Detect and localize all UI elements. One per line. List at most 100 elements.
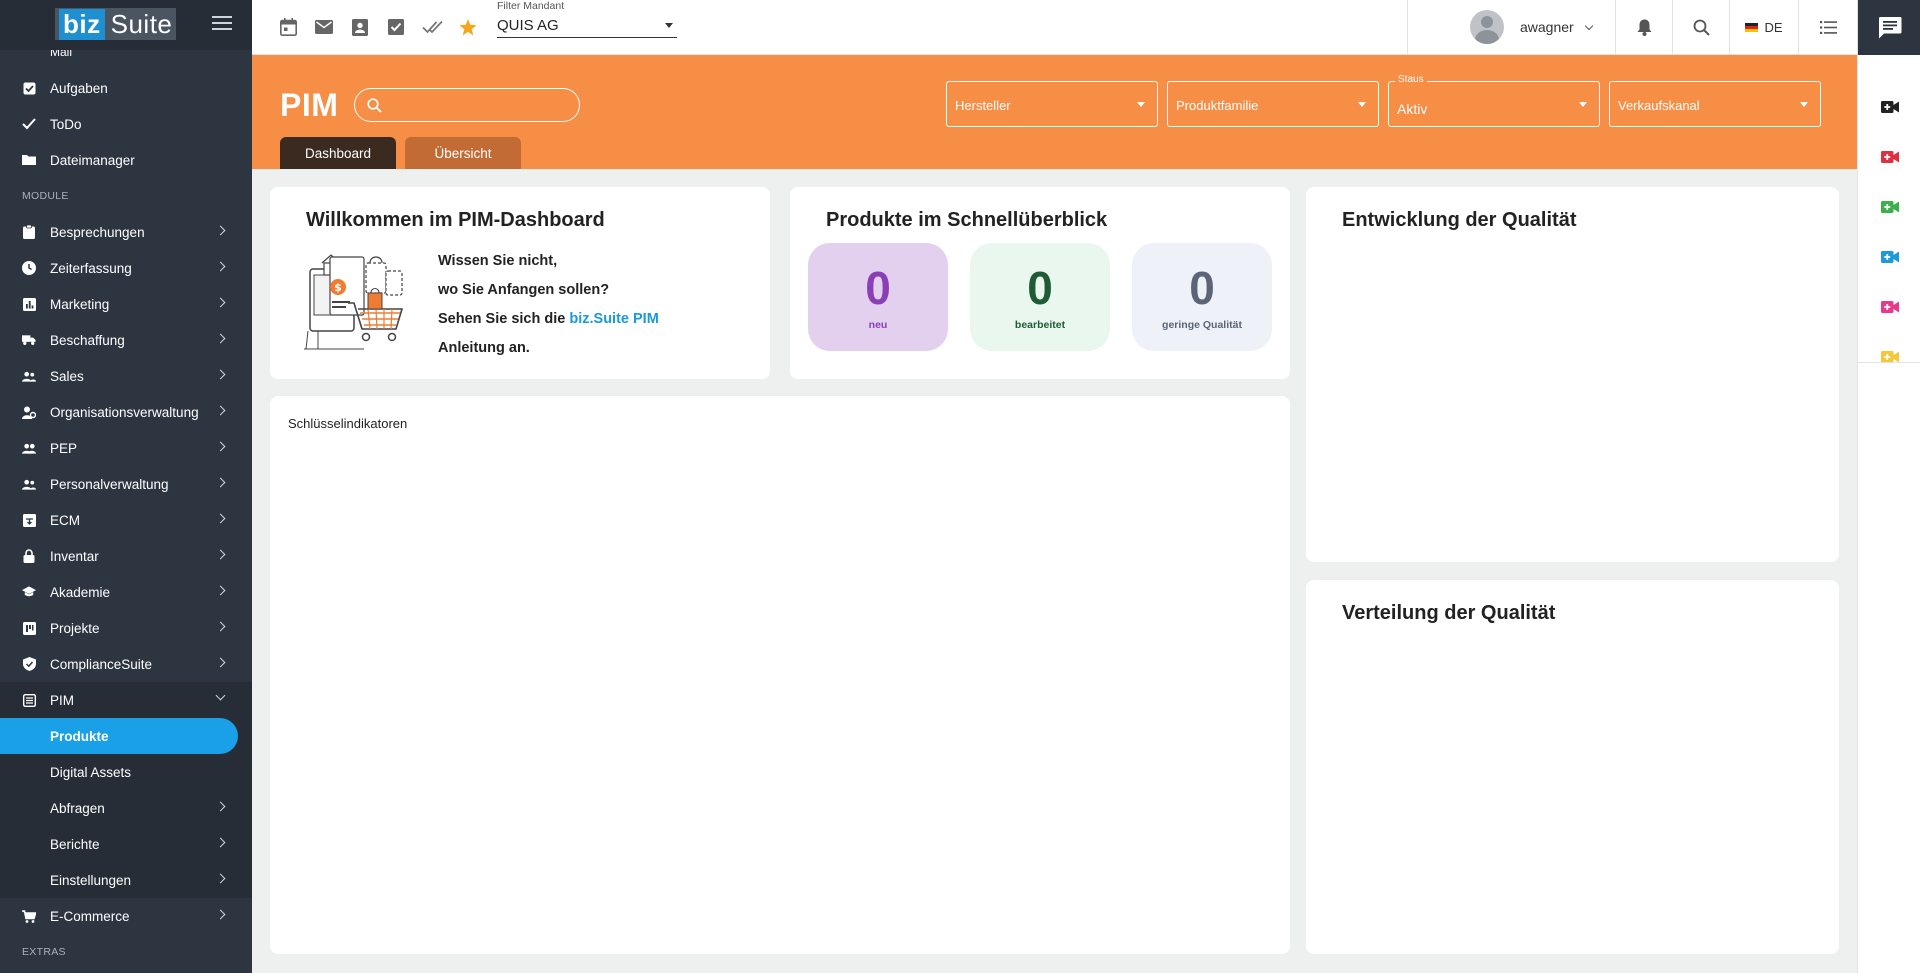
mandant-value: QUIS AG — [497, 17, 559, 34]
sidebar-item-label: Projekte — [50, 620, 100, 636]
video-call-button[interactable] — [1858, 82, 1920, 132]
stat-new[interactable]: 0 neu — [808, 243, 948, 351]
mandant-filter[interactable]: Filter Mandant QUIS AG — [497, 0, 677, 38]
sidebar-item-inventar[interactable]: Inventar — [0, 538, 252, 574]
quick-access-icons — [270, 15, 486, 39]
video-call-icon — [1880, 251, 1899, 263]
mail-icon[interactable] — [306, 15, 342, 39]
video-call-icon — [1880, 101, 1899, 113]
star-icon[interactable] — [450, 15, 486, 39]
language-select[interactable]: DE — [1730, 0, 1798, 55]
pim-guide-link[interactable]: biz.Suite PIM — [569, 311, 658, 327]
sidebar-item-organisationsverwaltung[interactable]: Organisationsverwaltung — [0, 394, 252, 430]
caret-down-icon — [665, 23, 673, 28]
list-box-icon — [22, 693, 36, 707]
sidebar-item-personalverwaltung[interactable]: Personalverwaltung — [0, 466, 252, 502]
tab-uebersicht[interactable]: Übersicht — [405, 137, 521, 169]
video-call-button[interactable] — [1858, 332, 1920, 382]
filter-status[interactable]: Staus Aktiv — [1388, 74, 1600, 127]
sidebar-item-mail-cut[interactable]: Mail — [0, 50, 252, 70]
sidebar-item-akademie[interactable]: Akademie — [0, 574, 252, 610]
video-call-button[interactable] — [1858, 232, 1920, 282]
sidebar-item-berichte[interactable]: Berichte — [0, 826, 252, 862]
filter-produktfamilie[interactable]: Produktfamilie — [1167, 81, 1379, 127]
sidebar-item-beschaffung[interactable]: Beschaffung — [0, 322, 252, 358]
sidebar-item-pep[interactable]: PEP — [0, 430, 252, 466]
sidebar-item-abfragen[interactable]: Abfragen — [0, 790, 252, 826]
tab-dashboard[interactable]: Dashboard — [280, 137, 396, 169]
sidebar-item-todo[interactable]: ToDo — [0, 106, 252, 142]
bizsuite-logo[interactable]: biz Suite — [55, 8, 177, 40]
list-view-button[interactable] — [1799, 0, 1857, 55]
video-call-button[interactable] — [1858, 282, 1920, 332]
filter-placeholder: Verkaufskanal — [1618, 98, 1700, 113]
contact-icon[interactable] — [342, 15, 378, 39]
mandant-select[interactable]: QUIS AG — [497, 14, 677, 38]
chevron-right-icon — [215, 801, 226, 812]
pim-search[interactable] — [354, 88, 580, 122]
stat-low-quality[interactable]: 0 geringe Qualität — [1132, 243, 1272, 351]
stat-label: geringe Qualität — [1162, 319, 1242, 331]
sidebar-item-besprechungen[interactable]: Besprechungen — [0, 214, 252, 250]
sidebar-item-einstellungen[interactable]: Einstellungen — [0, 862, 252, 898]
task-icon[interactable] — [378, 15, 414, 39]
welcome-line: Sehen Sie sich die biz.Suite PIM — [438, 305, 659, 334]
sidebar-item-pim[interactable]: PIM — [0, 682, 252, 718]
video-call-icon — [1880, 301, 1899, 313]
sidebar-item-marketing[interactable]: Marketing — [0, 286, 252, 322]
stat-label: bearbeitet — [1014, 319, 1066, 331]
stat-label: neu — [868, 319, 888, 331]
done-all-icon[interactable] — [414, 15, 450, 39]
sidebar-item-projekte[interactable]: Projekte — [0, 610, 252, 646]
sidebar-item-label: Marketing — [50, 296, 110, 312]
pim-tabs: Dashboard Übersicht — [280, 137, 530, 169]
calendar-icon[interactable] — [270, 15, 306, 39]
chevron-down-icon — [215, 690, 226, 701]
sidebar-item-ecm[interactable]: ECM — [0, 502, 252, 538]
search-button[interactable] — [1673, 0, 1729, 55]
caret-down-icon — [1137, 102, 1145, 107]
sidebar-item-ecommerce[interactable]: E-Commerce — [0, 898, 252, 934]
pim-search-input[interactable] — [390, 97, 570, 113]
chevron-right-icon — [215, 909, 226, 920]
right-rail — [1857, 0, 1920, 973]
truck-icon — [22, 333, 36, 347]
sidebar-item-label: PIM — [50, 692, 75, 708]
quality-distribution-card: Verteilung der Qualität — [1306, 580, 1839, 954]
clock-icon — [22, 261, 36, 275]
sidebar-item-dateimanager[interactable]: Dateimanager — [0, 142, 252, 178]
stat-edited[interactable]: 0 bearbeitet — [970, 243, 1110, 351]
filter-hersteller[interactable]: Hersteller — [946, 81, 1158, 127]
video-call-icon — [1880, 151, 1899, 163]
user-menu[interactable]: awagner — [1470, 8, 1593, 46]
kpi-title: Schlüsselindikatoren — [288, 416, 408, 431]
sidebar-item-label: Organisationsverwaltung — [50, 404, 199, 420]
chat-icon — [1878, 17, 1901, 39]
user-name: awagner — [1520, 19, 1574, 35]
quality-development-title: Entwicklung der Qualität — [1342, 209, 1577, 231]
video-call-button[interactable] — [1858, 182, 1920, 232]
sidebar-item-label: Inventar — [50, 548, 99, 564]
chat-button[interactable] — [1858, 0, 1920, 55]
welcome-text: Wissen Sie nicht, wo Sie Anfangen sollen… — [438, 247, 659, 363]
quick-overview-card: Produkte im Schnellüberblick 0 neu 0 bea… — [790, 187, 1290, 379]
stat-value: 0 — [865, 262, 891, 314]
sidebar-item-produkte[interactable]: Produkte — [0, 718, 238, 754]
sidebar-item-label: Akademie — [50, 584, 111, 600]
sidebar-item-compliancesuite[interactable]: ComplianceSuite — [0, 646, 252, 682]
chevron-right-icon — [215, 837, 226, 848]
sidebar-item-digital-assets[interactable]: Digital Assets — [0, 754, 252, 790]
menu-toggle-icon[interactable] — [212, 16, 232, 32]
notifications-button[interactable] — [1616, 0, 1672, 55]
sidebar-item-label: Sales — [50, 368, 84, 384]
sidebar-item-aufgaben[interactable]: Aufgaben — [0, 70, 252, 106]
filter-verkaufskanal[interactable]: Verkaufskanal — [1609, 81, 1821, 127]
search-icon — [1693, 19, 1710, 36]
language-code: DE — [1764, 20, 1783, 35]
sidebar-item-zeiterfassung[interactable]: Zeiterfassung — [0, 250, 252, 286]
welcome-card: Willkommen im PIM-Dashboard $ Wissen Sie… — [270, 187, 770, 379]
video-call-button[interactable] — [1858, 132, 1920, 182]
welcome-line: Anleitung an. — [438, 340, 530, 356]
sidebar-item-label: E-Commerce — [50, 908, 130, 924]
sidebar-item-sales[interactable]: Sales — [0, 358, 252, 394]
